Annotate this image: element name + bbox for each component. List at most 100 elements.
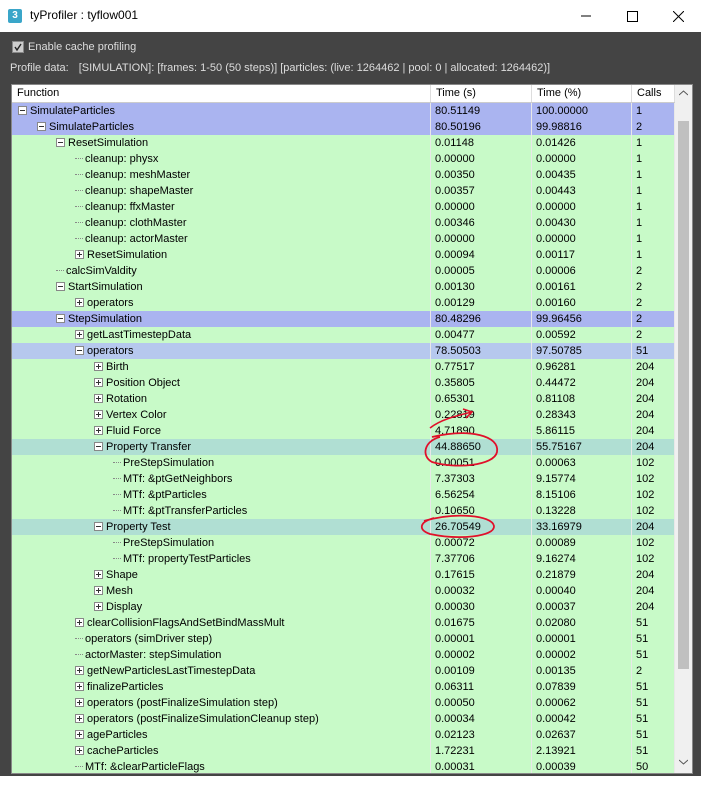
vertical-scrollbar[interactable] bbox=[675, 85, 692, 773]
table-row[interactable]: MTf: propertyTestParticles 7.37706 9.16274… bbox=[12, 551, 675, 567]
expand-icon[interactable] bbox=[75, 681, 84, 691]
table-row[interactable]: operators 78.50503 97.50785 51 bbox=[12, 343, 675, 359]
table-row[interactable]: getNewParticlesLastTimestepData 0.00109 0.… bbox=[12, 663, 675, 679]
column-header-function[interactable]: Function bbox=[12, 85, 431, 102]
expand-icon[interactable] bbox=[75, 729, 84, 739]
minimize-button[interactable] bbox=[563, 0, 609, 32]
percent-cell: 0.21879 bbox=[532, 567, 632, 583]
table-row[interactable]: ResetSimulation 0.00094 0.00117 1 bbox=[12, 247, 675, 263]
expand-icon[interactable] bbox=[94, 377, 103, 387]
table-row[interactable]: calcSimValdity 0.00005 0.00006 2 bbox=[12, 263, 675, 279]
table-row[interactable]: finalizeParticles 0.06311 0.07839 51 bbox=[12, 679, 675, 695]
table-row[interactable]: MTf: &ptTransferParticles 0.10650 0.13228 1… bbox=[12, 503, 675, 519]
collapse-icon[interactable] bbox=[94, 441, 103, 451]
column-header-time-pct[interactable]: Time (%) bbox=[532, 85, 632, 102]
expand-icon[interactable] bbox=[75, 745, 84, 755]
profiler-tree-table[interactable]: Function Time (s) Time (%) Calls Simulat… bbox=[11, 84, 693, 774]
calls-cell: 51 bbox=[632, 727, 675, 743]
collapse-icon[interactable] bbox=[75, 345, 84, 355]
table-row[interactable]: Position Object 0.35805 0.44472 204 bbox=[12, 375, 675, 391]
function-cell: operators bbox=[12, 295, 431, 311]
table-row[interactable]: getLastTimestepData 0.00477 0.00592 2 bbox=[12, 327, 675, 343]
collapse-icon[interactable] bbox=[56, 281, 65, 291]
table-row[interactable]: Vertex Color 0.22819 0.28343 204 bbox=[12, 407, 675, 423]
table-row[interactable]: Mesh 0.00032 0.00040 204 bbox=[12, 583, 675, 599]
table-row[interactable]: cleanup: actorMaster 0.00000 0.00000 1 bbox=[12, 231, 675, 247]
table-row[interactable]: Rotation 0.65301 0.81108 204 bbox=[12, 391, 675, 407]
calls-cell: 51 bbox=[632, 711, 675, 727]
table-row[interactable]: Shape 0.17615 0.21879 204 bbox=[12, 567, 675, 583]
expand-icon[interactable] bbox=[94, 425, 103, 435]
expand-icon[interactable] bbox=[94, 393, 103, 403]
collapse-icon[interactable] bbox=[56, 313, 65, 323]
table-row[interactable]: cleanup: shapeMaster 0.00357 0.00443 1 bbox=[12, 183, 675, 199]
function-cell: PreStepSimulation bbox=[12, 455, 431, 471]
scrollbar-thumb[interactable] bbox=[678, 121, 689, 669]
table-row[interactable]: cleanup: clothMaster 0.00346 0.00430 1 bbox=[12, 215, 675, 231]
expand-icon[interactable] bbox=[75, 297, 84, 307]
table-row[interactable]: MTf: &ptParticles 6.56254 8.15106 102 bbox=[12, 487, 675, 503]
column-header-time-s[interactable]: Time (s) bbox=[431, 85, 532, 102]
calls-cell: 102 bbox=[632, 487, 675, 503]
table-row[interactable]: clearCollisionFlagsAndSetBindMassMult 0.0… bbox=[12, 615, 675, 631]
function-name: Position Object bbox=[106, 377, 180, 389]
table-row[interactable]: cleanup: physx 0.00000 0.00000 1 bbox=[12, 151, 675, 167]
cache-profiling-checkbox[interactable] bbox=[12, 41, 24, 53]
table-row[interactable]: Display 0.00030 0.00037 204 bbox=[12, 599, 675, 615]
time-cell: 0.00051 bbox=[431, 455, 532, 471]
table-row[interactable]: cleanup: ffxMaster 0.00000 0.00000 1 bbox=[12, 199, 675, 215]
table-row[interactable]: Fluid Force 4.71890 5.86115 204 bbox=[12, 423, 675, 439]
collapse-icon[interactable] bbox=[18, 105, 27, 115]
column-header-calls[interactable]: Calls bbox=[632, 85, 675, 102]
close-button[interactable] bbox=[655, 0, 701, 32]
table-row[interactable]: MTf: &ptGetNeighbors 7.37303 9.15774 102 bbox=[12, 471, 675, 487]
expand-icon[interactable] bbox=[75, 617, 84, 627]
table-row[interactable]: operators (postFinalizeSimulationCleanup… bbox=[12, 711, 675, 727]
table-row[interactable]: ageParticles 0.02123 0.02637 51 bbox=[12, 727, 675, 743]
table-row[interactable]: operators (postFinalizeSimulation step) 0… bbox=[12, 695, 675, 711]
app-icon: 3 bbox=[8, 9, 22, 23]
table-row[interactable]: cleanup: meshMaster 0.00350 0.00435 1 bbox=[12, 167, 675, 183]
table-row[interactable]: StartSimulation 0.00130 0.00161 2 bbox=[12, 279, 675, 295]
collapse-icon[interactable] bbox=[37, 121, 46, 131]
cache-profiling-option[interactable]: Enable cache profiling bbox=[12, 41, 136, 53]
expand-icon[interactable] bbox=[94, 585, 103, 595]
collapse-icon[interactable] bbox=[94, 521, 103, 531]
table-row[interactable]: Birth 0.77517 0.96281 204 bbox=[12, 359, 675, 375]
expand-icon[interactable] bbox=[94, 569, 103, 579]
table-row[interactable]: Property Transfer 44.88650 55.75167 204 bbox=[12, 439, 675, 455]
table-row[interactable]: SimulateParticles 80.50196 99.98816 2 bbox=[12, 119, 675, 135]
expand-icon[interactable] bbox=[75, 249, 84, 259]
calls-cell: 1 bbox=[632, 247, 675, 263]
expand-icon[interactable] bbox=[75, 329, 84, 339]
expand-icon[interactable] bbox=[75, 713, 84, 723]
collapse-icon[interactable] bbox=[56, 137, 65, 147]
function-cell: ageParticles bbox=[12, 727, 431, 743]
function-name: getLastTimestepData bbox=[87, 329, 192, 341]
tree-line-icon bbox=[113, 510, 121, 512]
table-row[interactable]: actorMaster: stepSimulation 0.00002 0.0000… bbox=[12, 647, 675, 663]
expand-icon[interactable] bbox=[94, 409, 103, 419]
scroll-up-icon[interactable] bbox=[679, 90, 688, 96]
table-row[interactable]: PreStepSimulation 0.00072 0.00089 102 bbox=[12, 535, 675, 551]
expand-icon[interactable] bbox=[75, 697, 84, 707]
function-name: ResetSimulation bbox=[68, 137, 149, 149]
table-row[interactable]: operators (simDriver step) 0.00001 0.00001… bbox=[12, 631, 675, 647]
table-row[interactable]: ResetSimulation 0.01148 0.01426 1 bbox=[12, 135, 675, 151]
calls-cell: 51 bbox=[632, 343, 675, 359]
table-row[interactable]: StepSimulation 80.48296 99.96456 2 bbox=[12, 311, 675, 327]
table-row[interactable]: Property Test 26.70549 33.16979 204 bbox=[12, 519, 675, 535]
table-row[interactable]: PreStepSimulation 0.00051 0.00063 102 bbox=[12, 455, 675, 471]
function-name: SimulateParticles bbox=[30, 105, 115, 117]
expand-icon[interactable] bbox=[75, 665, 84, 675]
scroll-down-icon[interactable] bbox=[679, 759, 688, 765]
expand-icon[interactable] bbox=[94, 361, 103, 371]
calls-cell: 204 bbox=[632, 359, 675, 375]
table-row[interactable]: MTf: &clearParticleFlags 0.00031 0.00039 50 bbox=[12, 759, 675, 773]
table-row[interactable]: cacheParticles 1.72231 2.13921 51 bbox=[12, 743, 675, 759]
maximize-button[interactable] bbox=[609, 0, 655, 32]
table-row[interactable]: SimulateParticles 80.51149 100.00000 1 bbox=[12, 103, 675, 119]
table-row[interactable]: operators 0.00129 0.00160 2 bbox=[12, 295, 675, 311]
cache-profiling-label: Enable cache profiling bbox=[28, 41, 137, 53]
expand-icon[interactable] bbox=[94, 601, 103, 611]
